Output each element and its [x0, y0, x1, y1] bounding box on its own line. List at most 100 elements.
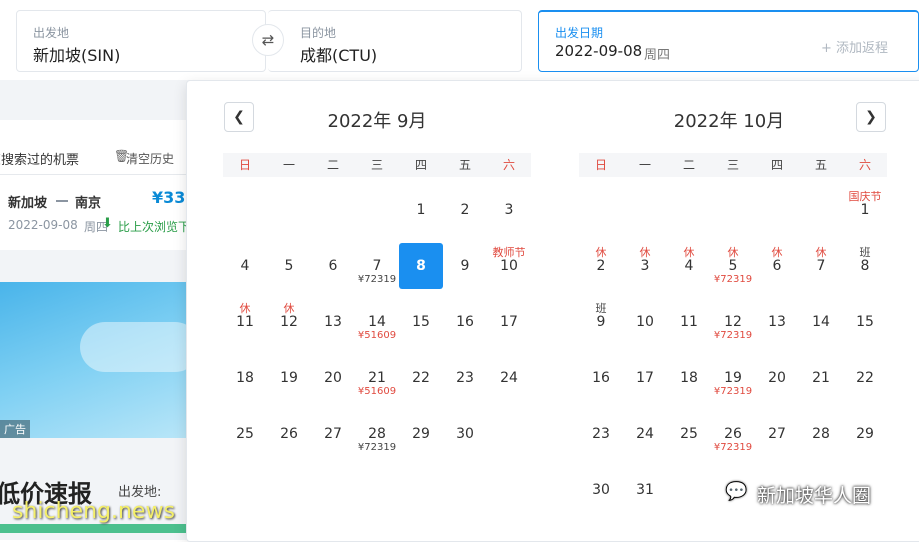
day-number: 19 — [280, 370, 298, 386]
day-number: 4 — [684, 258, 694, 274]
day-cell[interactable]: 23 — [443, 355, 487, 401]
day-cell[interactable]: 休6 — [755, 243, 799, 289]
day-cell[interactable]: 24 — [623, 411, 667, 457]
day-cell[interactable]: 20 — [755, 355, 799, 401]
to-label: 目的地 — [300, 26, 337, 40]
wechat-icon: 💬 — [725, 481, 748, 502]
day-cell[interactable]: 30 — [443, 411, 487, 457]
day-cell[interactable]: 1 — [399, 187, 443, 233]
day-cell[interactable]: 23 — [579, 411, 623, 457]
day-number: 13 — [768, 314, 786, 330]
selected-day-cell[interactable]: 8 — [399, 243, 443, 289]
day-cell[interactable]: 休3 — [623, 243, 667, 289]
day-cell[interactable]: 21 ¥51609 — [355, 355, 399, 401]
site-watermark: shicheng.news — [12, 499, 175, 524]
day-cell[interactable]: 教师节 10 — [487, 243, 531, 289]
day-number: 20 — [324, 370, 342, 386]
history-title: 您搜索过的机票 — [0, 153, 80, 168]
day-cell[interactable]: 28 ¥72319 — [355, 411, 399, 457]
day-cell[interactable]: 15 — [843, 299, 887, 345]
history-item[interactable]: 新加坡 南京 ¥33 2022-09-08 周四 ⬇ 比上次浏览下 — [0, 180, 190, 240]
prev-month-button[interactable]: ❮ — [224, 102, 254, 132]
clear-history-button[interactable]: 清空历史 — [126, 150, 174, 167]
day-cell[interactable]: 休2 — [579, 243, 623, 289]
trip-from: 新加坡 — [8, 196, 48, 211]
day-cell[interactable]: 国庆节 1 — [843, 187, 887, 233]
from-field[interactable]: 出发地 新加坡(SIN) — [16, 10, 266, 72]
day-cell[interactable]: 16 — [579, 355, 623, 401]
day-number: 28 — [812, 426, 830, 442]
day-cell[interactable]: 17 — [623, 355, 667, 401]
day-cell[interactable]: 26 ¥72319 — [711, 411, 755, 457]
day-cell[interactable]: 班8 — [843, 243, 887, 289]
next-month-button[interactable]: ❯ — [856, 102, 886, 132]
day-number: 21 — [812, 370, 830, 386]
weekday-label: 四 — [770, 158, 783, 172]
day-number: 24 — [500, 370, 518, 386]
day-price: ¥72319 — [357, 274, 397, 285]
day-cell[interactable]: 28 — [799, 411, 843, 457]
day-cell[interactable]: 29 — [399, 411, 443, 457]
date-field[interactable]: 出发日期 2022-09-08 周四 + 添加返程 — [538, 10, 919, 72]
day-cell[interactable]: 30 — [579, 467, 623, 513]
day-number: 6 — [328, 258, 338, 274]
day-cell[interactable]: 18 — [223, 355, 267, 401]
day-cell[interactable]: 4 — [223, 243, 267, 289]
day-cell[interactable]: 13 — [755, 299, 799, 345]
day-cell[interactable]: 29 — [843, 411, 887, 457]
day-number: 25 — [680, 426, 698, 442]
day-number: 16 — [592, 370, 610, 386]
day-number: 26 — [280, 426, 298, 442]
day-cell[interactable]: 休 12 — [267, 299, 311, 345]
weekday-label: 一 — [638, 158, 651, 172]
deals-from-label: 出发地: — [118, 485, 162, 500]
day-cell[interactable]: 休 11 — [223, 299, 267, 345]
day-number: 8 — [416, 258, 426, 274]
day-cell[interactable]: 3 — [487, 187, 531, 233]
day-cell[interactable]: 17 — [487, 299, 531, 345]
day-cell[interactable]: 班9 — [579, 299, 623, 345]
day-cell[interactable]: 休 5 ¥72319 — [711, 243, 755, 289]
day-number: 1 — [416, 202, 426, 218]
bottom-green-bar — [0, 524, 190, 533]
weekday-label: 六 — [858, 158, 871, 172]
day-number: 27 — [324, 426, 342, 442]
day-cell[interactable]: 19 ¥72319 — [711, 355, 755, 401]
day-cell[interactable]: 26 — [267, 411, 311, 457]
add-return-button[interactable]: + 添加返程 — [821, 37, 888, 56]
day-cell[interactable]: 7 ¥72319 — [355, 243, 399, 289]
trip-note: 比上次浏览下 — [118, 220, 191, 234]
day-cell[interactable]: 25 — [223, 411, 267, 457]
day-number: 2 — [596, 258, 606, 274]
day-number: 28 — [368, 426, 386, 442]
day-number: 6 — [772, 258, 782, 274]
to-field[interactable]: 目的地 成都(CTU) — [268, 10, 522, 72]
day-cell[interactable]: 19 — [267, 355, 311, 401]
day-cell[interactable]: 16 — [443, 299, 487, 345]
weekday-label: 二 — [682, 158, 695, 172]
day-number: 17 — [500, 314, 518, 330]
day-cell[interactable]: 24 — [487, 355, 531, 401]
day-number: 9 — [596, 314, 606, 330]
day-cell[interactable]: 休7 — [799, 243, 843, 289]
day-cell[interactable]: 31 — [623, 467, 667, 513]
ad-banner[interactable]: 广告 — [0, 282, 190, 438]
day-number: 30 — [456, 426, 474, 442]
wechat-watermark: 新加坡华人圈 — [757, 485, 872, 507]
day-cell[interactable]: 2 — [443, 187, 487, 233]
day-cell[interactable]: 21 — [799, 355, 843, 401]
swap-icon[interactable]: ⇄ — [252, 24, 284, 56]
divider — [0, 174, 190, 175]
day-cell[interactable]: 9 — [443, 243, 487, 289]
day-cell[interactable]: 12 ¥72319 — [711, 299, 755, 345]
day-number: 24 — [636, 426, 654, 442]
day-cell[interactable]: 14 — [799, 299, 843, 345]
day-cell[interactable]: 14 ¥51609 — [355, 299, 399, 345]
weekday-label: 一 — [282, 158, 295, 172]
day-cell[interactable]: 10 — [623, 299, 667, 345]
day-cell[interactable]: 15 — [399, 299, 443, 345]
day-cell[interactable]: 22 — [843, 355, 887, 401]
day-cell[interactable]: 5 — [267, 243, 311, 289]
day-cell[interactable]: 27 — [755, 411, 799, 457]
day-cell[interactable]: 22 — [399, 355, 443, 401]
